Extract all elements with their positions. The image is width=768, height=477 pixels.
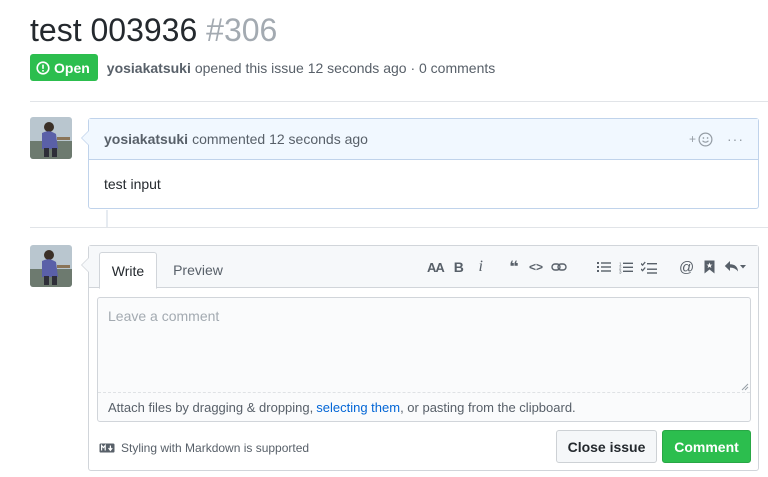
bookmark-icon: [704, 260, 715, 274]
select-files-link[interactable]: selecting them: [316, 400, 400, 415]
status-label: Open: [54, 59, 90, 76]
issue-title: test 003936: [30, 12, 198, 48]
header-divider: [30, 101, 768, 102]
comment-actions: + ···: [675, 119, 744, 159]
issue-author-link[interactable]: yosiakatsuki: [107, 60, 191, 76]
comment-arrow-fill: [82, 131, 89, 145]
svg-text:3: 3: [619, 269, 622, 274]
avatar[interactable]: [30, 117, 72, 159]
form-arrow-fill: [82, 258, 89, 272]
comment-timestamp: commented 12 seconds ago: [192, 131, 368, 147]
add-reaction-plus: +: [688, 132, 697, 146]
close-issue-button[interactable]: Close issue: [556, 430, 657, 463]
file-attach-hint: Attach files by dragging & dropping, sel…: [98, 392, 750, 421]
italic-button[interactable]: i: [474, 258, 488, 276]
avatar-image: [30, 117, 72, 159]
comment-body: test input: [104, 176, 161, 192]
timeline-connector: [106, 210, 108, 228]
task-list-icon: [641, 261, 657, 274]
new-comment-form: Write Preview AA B i ❝ <> 1 2 3 @ Leave …: [88, 245, 759, 471]
toolbar-group-insert: ❝ <>: [503, 246, 571, 288]
comment-author-link[interactable]: yosiakatsuki: [104, 131, 188, 147]
issue-meta-text: opened this issue 12 seconds ago · 0 com…: [194, 59, 496, 76]
toolbar-group-text: AA B i: [423, 246, 492, 288]
reply-icon: [725, 261, 747, 272]
status-badge: Open: [30, 54, 98, 81]
saved-replies-button[interactable]: [724, 260, 747, 274]
link-icon: [551, 263, 567, 271]
comment-textarea[interactable]: [98, 298, 750, 393]
comment-header: yosiakatsuki commented 12 seconds ago + …: [89, 119, 758, 160]
more-actions-button[interactable]: ···: [727, 131, 744, 147]
comment-input-wrapper: Attach files by dragging & dropping, sel…: [97, 297, 751, 422]
numbered-list-icon: 1 2 3: [619, 261, 633, 274]
avatar-image: [30, 245, 72, 287]
markdown-support-note[interactable]: Styling with Markdown is supported: [99, 441, 309, 455]
issue-number: #306: [206, 12, 278, 48]
add-reaction-button[interactable]: +: [689, 132, 713, 147]
markdown-icon: [99, 443, 115, 453]
issue-opened-icon: [36, 60, 50, 75]
quote-button[interactable]: ❝: [507, 257, 521, 277]
issue-meta: Open yosiakatsuki opened this issue 12 s…: [30, 54, 495, 81]
header-button[interactable]: AA: [427, 260, 445, 275]
tab-write[interactable]: Write: [99, 252, 157, 289]
bulleted-list-icon: [597, 262, 611, 272]
bold-button[interactable]: B: [452, 259, 466, 275]
tab-preview[interactable]: Preview: [163, 252, 233, 288]
reference-button[interactable]: [702, 260, 716, 274]
link-button[interactable]: [551, 261, 567, 273]
avatar[interactable]: [30, 245, 72, 287]
comment-button[interactable]: Comment: [662, 430, 751, 463]
mention-button[interactable]: @: [679, 259, 694, 276]
task-list-button[interactable]: [641, 261, 657, 274]
toolbar-group-extras: @: [675, 246, 750, 288]
file-attach-hint-text: Attach files by dragging & dropping,: [108, 399, 314, 415]
smiley-icon: [698, 132, 713, 146]
markdown-note-text: Styling with Markdown is supported: [121, 441, 310, 455]
numbered-list-button[interactable]: 1 2 3: [619, 261, 633, 274]
file-attach-hint-suffix: , or pasting from the clipboard.: [400, 399, 576, 415]
issue-title-row: test 003936 #306: [30, 10, 277, 50]
bulleted-list-button[interactable]: [597, 261, 611, 273]
code-button[interactable]: <>: [529, 260, 543, 274]
toolbar-group-lists: 1 2 3: [593, 246, 661, 288]
timeline-divider: [30, 227, 768, 228]
resize-handle-icon[interactable]: [741, 383, 749, 391]
comment-tabs: Write Preview AA B i ❝ <> 1 2 3 @: [89, 246, 758, 289]
comment: yosiakatsuki commented 12 seconds ago + …: [88, 118, 759, 209]
